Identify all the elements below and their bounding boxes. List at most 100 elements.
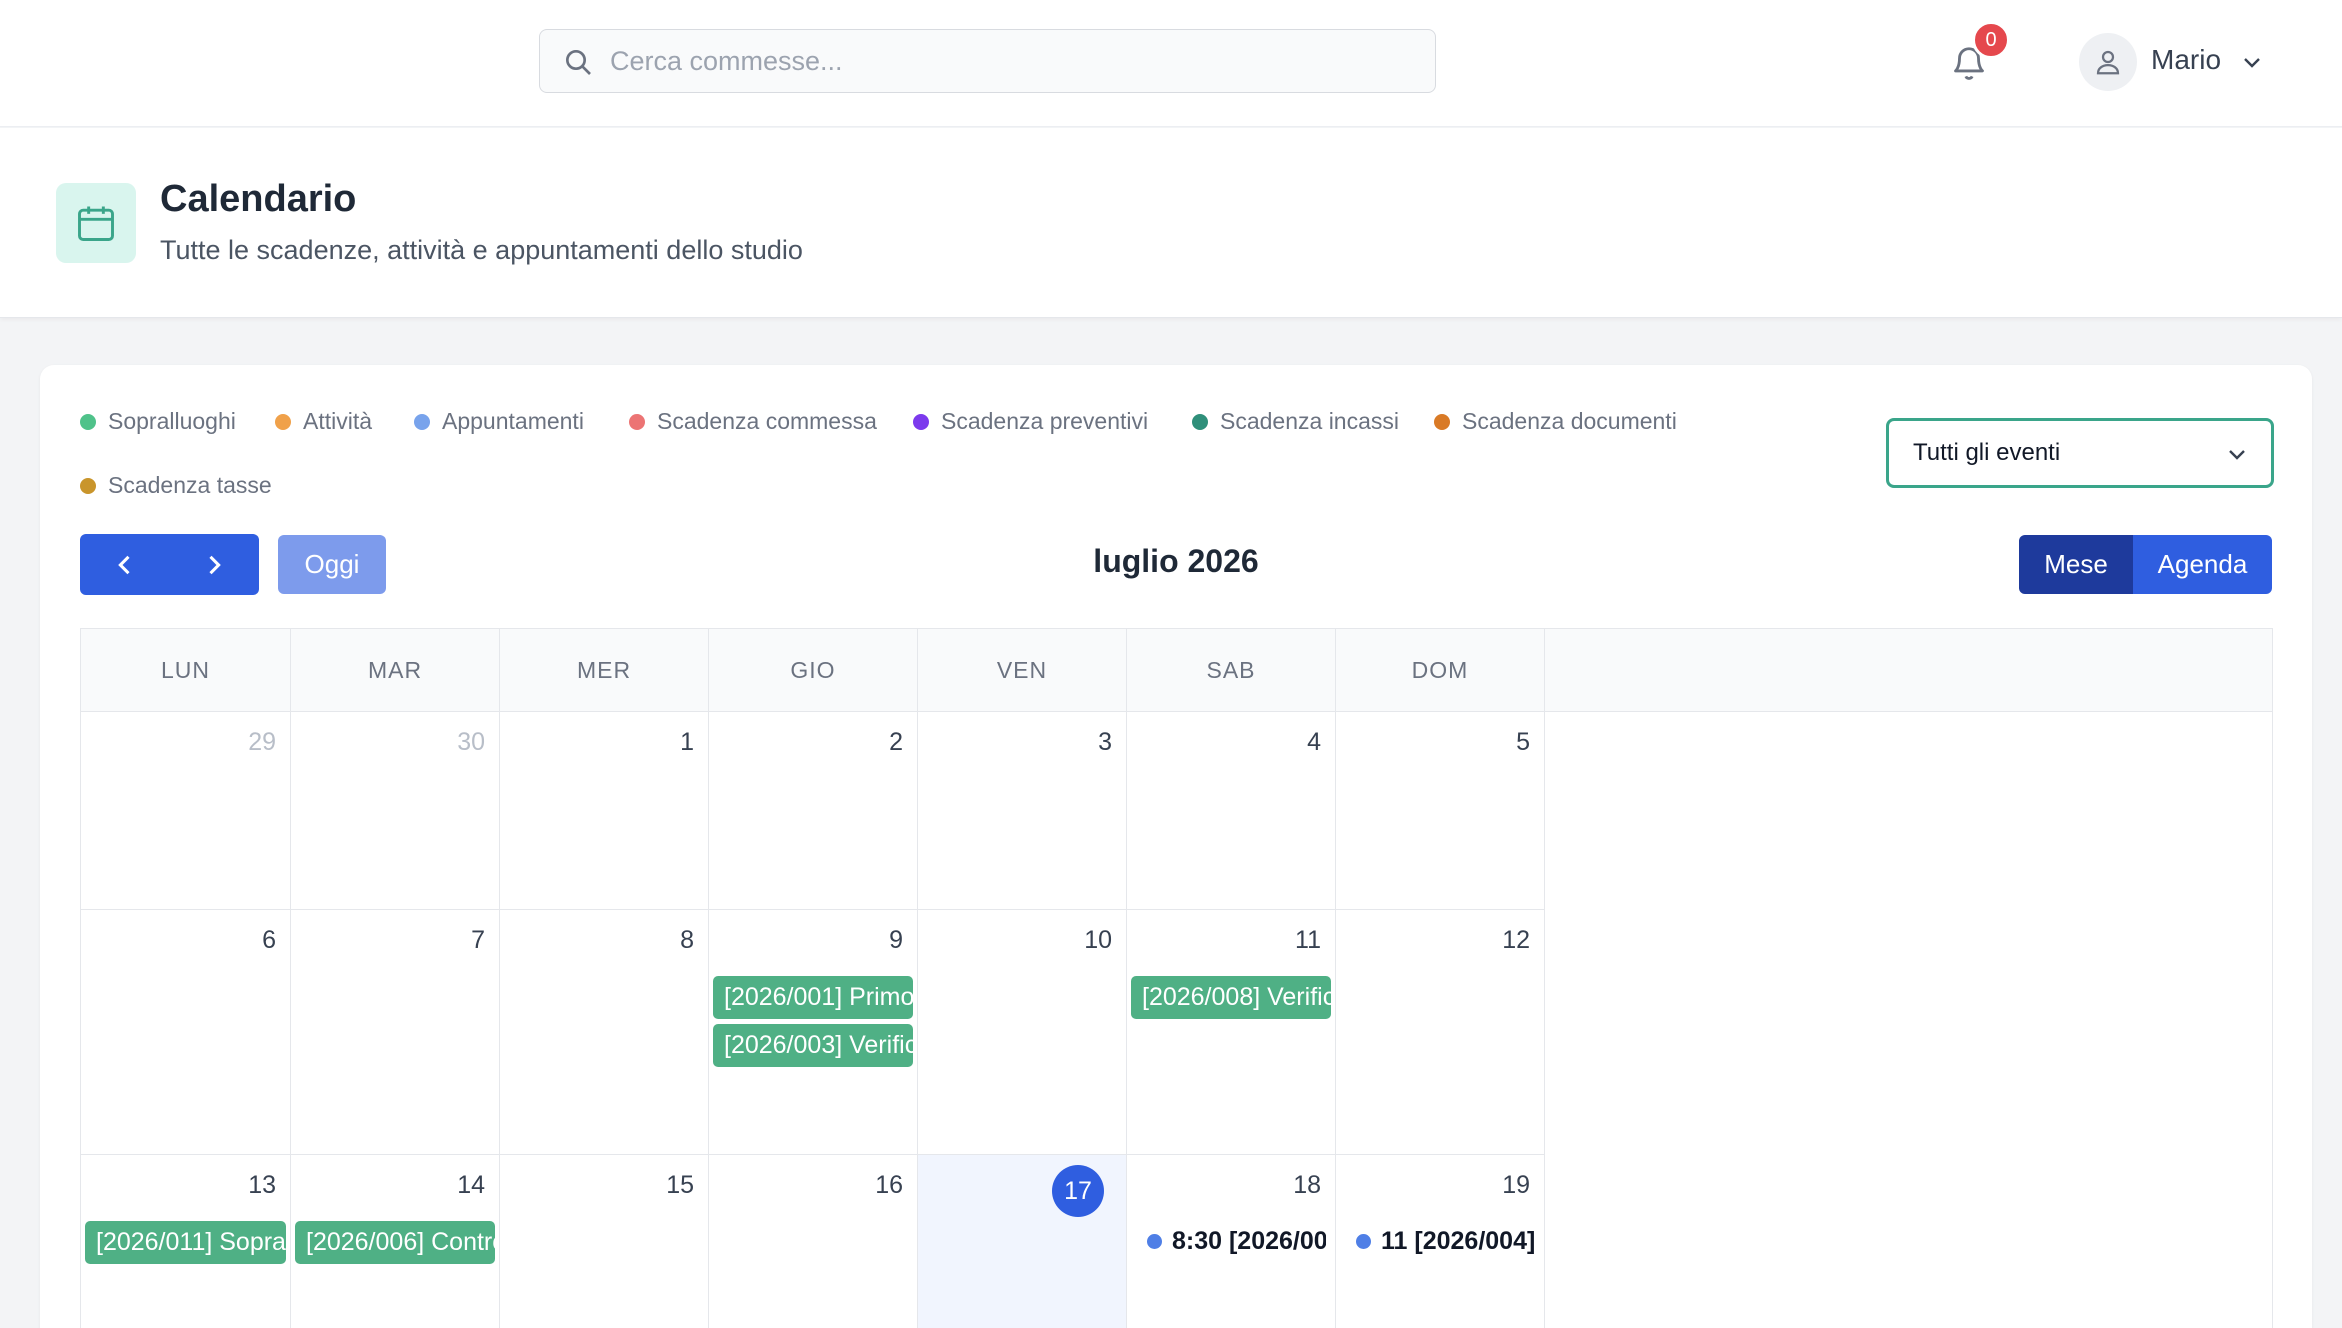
search-box[interactable] <box>539 29 1436 93</box>
month-grid: LUN MAR MER GIO VEN SAB DOM 29 30 1 2 3 4 5 6 7 8 9 [2026… <box>80 628 2273 1328</box>
day-cell[interactable]: 16 <box>709 1155 918 1328</box>
weekday-sab: SAB <box>1127 629 1336 712</box>
calendar-card: Sopralluoghi Attività Appuntamenti Scadenza… <box>40 365 2312 1328</box>
day-cell[interactable]: 12 <box>1336 910 1545 1155</box>
day-cell[interactable]: 1 <box>500 712 709 910</box>
day-number[interactable]: 29 <box>248 728 276 757</box>
day-cell[interactable]: 2 <box>709 712 918 910</box>
day-number[interactable]: 19 <box>1502 1171 1530 1200</box>
notification-badge: 0 <box>1972 21 2010 59</box>
day-cell[interactable]: 6 <box>81 910 291 1155</box>
legend-item: Scadenza preventivi <box>913 408 1148 435</box>
day-number[interactable]: 9 <box>889 926 903 955</box>
day-cell[interactable]: 11 [2026/008] Verifica difformità <box>1127 910 1336 1155</box>
view-month-button[interactable]: Mese <box>2019 535 2133 594</box>
day-cell[interactable]: 19 11 [2026/004] Telefonata <box>1336 1155 1545 1328</box>
legend-item: Appuntamenti <box>414 408 584 435</box>
day-cell[interactable]: 9 [2026/001] Primo sopralluogo [2026/003] … <box>709 910 918 1155</box>
day-cell[interactable]: 10 <box>918 910 1127 1155</box>
legend-item: Sopralluoghi <box>80 408 236 435</box>
search-input[interactable] <box>610 38 1410 84</box>
day-cell[interactable]: 5 <box>1336 712 1545 910</box>
day-cell[interactable]: 14 [2026/006] Controllo setto <box>291 1155 500 1328</box>
event-dot <box>1356 1233 1371 1249</box>
legend-item: Scadenza documenti <box>1434 408 1677 435</box>
legend-label: Scadenza documenti <box>1462 408 1677 434</box>
event-label: 8:30 [2026/006] Sopralluogo <box>1172 1227 1326 1255</box>
legend-dot <box>80 477 96 494</box>
page-subtitle: Tutte le scadenze, attività e appuntamen… <box>160 235 803 265</box>
event-filter-value: Tutti gli eventi <box>1913 439 2061 466</box>
day-cell[interactable]: 7 <box>291 910 500 1155</box>
view-agenda-button[interactable]: Agenda <box>2133 535 2272 594</box>
legend-dot <box>1434 413 1450 430</box>
legend-item: Attività <box>275 408 372 435</box>
day-number[interactable]: 17 <box>1052 1165 1104 1217</box>
legend-dot <box>275 413 291 430</box>
day-number[interactable]: 1 <box>680 728 694 757</box>
day-cell[interactable]: 29 <box>81 712 291 910</box>
day-cell[interactable]: 18 8:30 [2026/006] Sopralluogo <box>1127 1155 1336 1328</box>
view-switcher: Mese Agenda <box>2019 535 2272 594</box>
day-cell[interactable]: 3 <box>918 712 1127 910</box>
weekday-mer: MER <box>500 629 709 712</box>
day-number[interactable]: 2 <box>889 728 903 757</box>
day-cell[interactable]: 13 [2026/011] Sopralluogo locale <box>81 1155 291 1328</box>
legend-item: Scadenza commessa <box>629 408 877 435</box>
calendar-event[interactable]: [2026/001] Primo sopralluogo <box>713 976 913 1019</box>
avatar[interactable] <box>2079 33 2137 91</box>
legend-label: Appuntamenti <box>442 408 584 434</box>
day-cell[interactable]: 4 <box>1127 712 1336 910</box>
calendar-event[interactable]: [2026/008] Verifica difformità <box>1131 976 1331 1019</box>
weekday-gio: GIO <box>709 629 918 712</box>
user-name[interactable]: Mario <box>2151 44 2221 76</box>
day-number[interactable]: 7 <box>471 926 485 955</box>
day-number[interactable]: 30 <box>457 728 485 757</box>
legend-dot <box>80 413 96 430</box>
day-number[interactable]: 8 <box>680 926 694 955</box>
calendar-event[interactable]: 11 [2026/004] Telefonata <box>1356 1223 1535 1259</box>
chevron-down-icon[interactable] <box>2240 50 2264 74</box>
legend-label: Scadenza incassi <box>1220 408 1399 434</box>
legend-label: Sopralluoghi <box>108 408 236 434</box>
day-number[interactable]: 5 <box>1516 728 1530 757</box>
calendar-event[interactable]: [2026/003] Verifica misure <box>713 1024 913 1067</box>
day-number[interactable]: 10 <box>1084 926 1112 955</box>
day-number[interactable]: 11 <box>1295 926 1321 955</box>
event-label: 11 [2026/004] Telefonata <box>1381 1227 1535 1255</box>
calendar-icon <box>78 206 114 241</box>
day-number[interactable]: 14 <box>457 1171 485 1200</box>
day-cell[interactable]: 15 <box>500 1155 709 1328</box>
top-bar: 0 Mario <box>0 0 2342 127</box>
day-cell[interactable]: 8 <box>500 910 709 1155</box>
day-number[interactable]: 4 <box>1307 728 1321 757</box>
calendar-event[interactable]: 8:30 [2026/006] Sopralluogo <box>1147 1223 1326 1259</box>
legend-label: Scadenza tasse <box>108 472 272 498</box>
day-number[interactable]: 16 <box>875 1171 903 1200</box>
day-number[interactable]: 13 <box>248 1171 276 1200</box>
weekday-ven: VEN <box>918 629 1127 712</box>
legend-dot <box>1192 413 1208 430</box>
day-number[interactable]: 6 <box>262 926 276 955</box>
legend-label: Scadenza commessa <box>657 408 877 434</box>
weekday-mar: MAR <box>291 629 500 712</box>
month-title: luglio 2026 <box>1093 543 1259 579</box>
event-filter-select[interactable]: Tutti gli eventi <box>1886 418 2274 488</box>
legend-label: Scadenza preventivi <box>941 408 1149 434</box>
legend-dot <box>414 413 430 430</box>
day-number[interactable]: 18 <box>1293 1171 1321 1200</box>
weekday-header: LUN MAR MER GIO VEN SAB DOM <box>81 629 2272 712</box>
calendar-badge <box>56 183 136 263</box>
day-number[interactable]: 15 <box>666 1171 694 1200</box>
day-cell[interactable]: 17 <box>918 1155 1127 1328</box>
day-number[interactable]: 3 <box>1098 728 1112 757</box>
legend-item: Scadenza tasse <box>80 472 272 499</box>
calendar-event[interactable]: [2026/011] Sopralluogo locale <box>85 1221 286 1264</box>
calendar-event[interactable]: [2026/006] Controllo setto <box>295 1221 495 1264</box>
event-dot <box>1147 1233 1162 1249</box>
day-cell[interactable]: 30 <box>291 712 500 910</box>
legend-dot <box>629 413 645 430</box>
weekday-lun: LUN <box>81 629 291 712</box>
day-number[interactable]: 12 <box>1502 926 1530 955</box>
page-header: Calendario Tutte le scadenze, attività e… <box>0 128 2342 318</box>
